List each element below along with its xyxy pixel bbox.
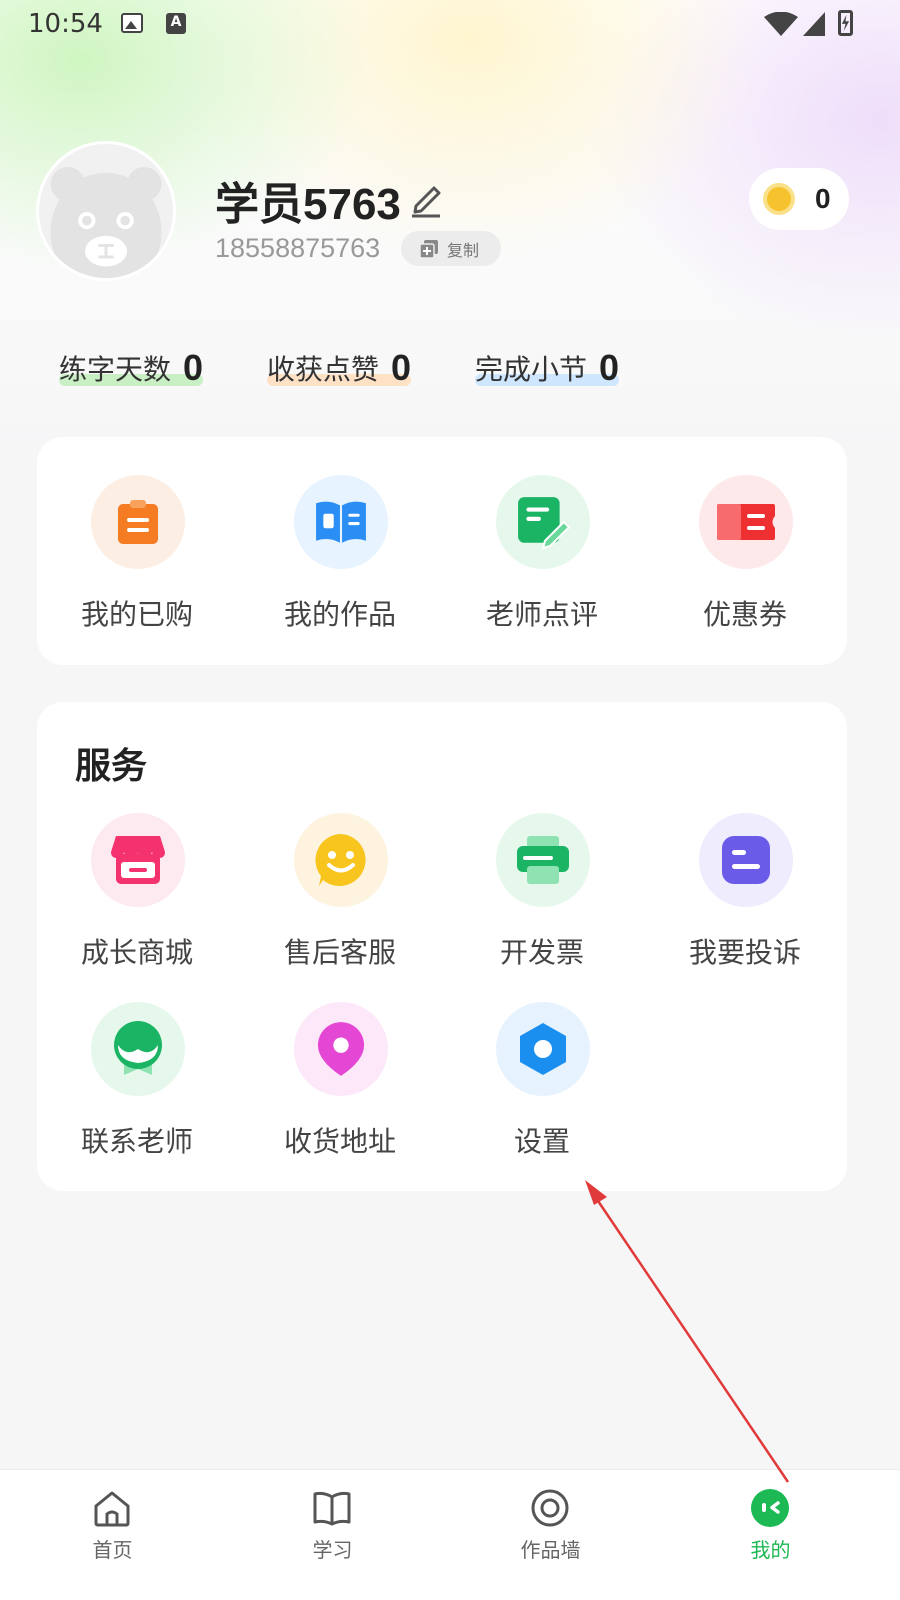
location-pin-icon: [317, 1022, 365, 1076]
printer-icon: [517, 836, 569, 884]
stat-likes: 收获点赞 0: [267, 344, 412, 388]
service-growth-mall[interactable]: 成长商城: [37, 813, 237, 973]
service-label: 开发票: [499, 936, 584, 969]
bear-avatar-icon: [50, 166, 162, 278]
target-icon: [531, 1489, 569, 1527]
service-label: 收货地址: [283, 1125, 396, 1158]
tab-label: 首页: [92, 1538, 133, 1562]
menu-purchased[interactable]: 我的已购: [37, 475, 237, 635]
note-edit-icon: [518, 497, 570, 549]
menu-label: 老师点评: [485, 598, 598, 631]
gallery-notification-icon: [121, 13, 143, 33]
bottom-tab-bar: 首页 学习 作品墙 我的: [0, 1469, 900, 1600]
copy-button[interactable]: 复制: [401, 231, 501, 266]
menu-coupons[interactable]: 优惠券: [645, 475, 845, 635]
tab-study[interactable]: 学习: [220, 1470, 445, 1570]
copy-icon: [419, 239, 438, 259]
status-bar: 10:54 A: [0, 0, 900, 50]
stat-value: 0: [391, 347, 412, 388]
battery-icon: [838, 10, 853, 36]
open-book-icon: [313, 1491, 351, 1526]
stat-label: 练字天数: [59, 353, 172, 386]
stat-value: 0: [183, 347, 204, 388]
service-label: 我要投诉: [688, 936, 801, 969]
services-title: 服务: [75, 746, 148, 787]
wifi-icon: [764, 12, 798, 36]
coupon-icon: [717, 504, 775, 540]
coin-balance[interactable]: 0: [749, 168, 849, 230]
stat-practice-days: 练字天数 0: [59, 344, 204, 388]
stat-sections: 完成小节 0: [475, 344, 620, 388]
service-invoice[interactable]: 开发票: [442, 813, 642, 973]
coin-count: 0: [815, 183, 831, 214]
book-icon: [316, 501, 366, 543]
stat-label: 完成小节: [475, 353, 588, 386]
service-shipping-address[interactable]: 收货地址: [240, 1002, 440, 1162]
stat-label: 收获点赞: [267, 353, 380, 386]
clipboard-icon: [118, 500, 158, 544]
service-label: 设置: [513, 1125, 570, 1158]
home-icon: [94, 1491, 130, 1527]
tab-label: 学习: [312, 1538, 353, 1562]
complaint-icon: [722, 836, 770, 884]
edit-pencil-icon[interactable]: [408, 178, 444, 218]
status-time: 10:54: [28, 9, 103, 39]
service-label: 售后客服: [283, 936, 396, 969]
shop-icon: [111, 836, 165, 884]
menu-label: 我的已购: [80, 598, 193, 631]
service-settings[interactable]: 设置: [442, 1002, 642, 1162]
menu-label: 优惠券: [702, 598, 787, 631]
settings-hex-icon: [520, 1023, 566, 1075]
service-label: 成长商城: [80, 936, 193, 969]
services-card: 服务 成长商城 售后客服 开发票 我要投诉 联系老师 收货地址 设置: [37, 702, 847, 1191]
main-menu-card: 我的已购 我的作品 老师点评 优惠券: [37, 437, 847, 665]
tab-home[interactable]: 首页: [0, 1470, 225, 1570]
service-contact-teacher[interactable]: 联系老师: [37, 1002, 237, 1162]
coin-icon: [763, 183, 795, 215]
service-label: 联系老师: [80, 1125, 193, 1158]
service-after-sales[interactable]: 售后客服: [240, 813, 440, 973]
smiley-chat-icon: [315, 834, 366, 886]
tab-mine[interactable]: 我的: [658, 1470, 883, 1570]
tab-label: 作品墙: [520, 1538, 581, 1562]
tab-works-wall[interactable]: 作品墙: [438, 1470, 663, 1570]
user-name: 学员5763: [215, 180, 401, 229]
user-phone: 18558875763: [215, 233, 381, 263]
menu-label: 我的作品: [283, 598, 396, 631]
stat-value: 0: [599, 347, 620, 388]
menu-teacher-review[interactable]: 老师点评: [442, 475, 642, 635]
teacher-icon: [114, 1021, 162, 1075]
signal-icon: [803, 12, 825, 36]
menu-my-works[interactable]: 我的作品: [240, 475, 440, 635]
a-notification-icon: A: [166, 13, 186, 34]
service-complaint[interactable]: 我要投诉: [645, 813, 845, 973]
profile-face-icon: [751, 1489, 789, 1527]
avatar[interactable]: [36, 141, 176, 281]
tab-label: 我的: [750, 1538, 791, 1562]
copy-label: 复制: [447, 240, 480, 260]
